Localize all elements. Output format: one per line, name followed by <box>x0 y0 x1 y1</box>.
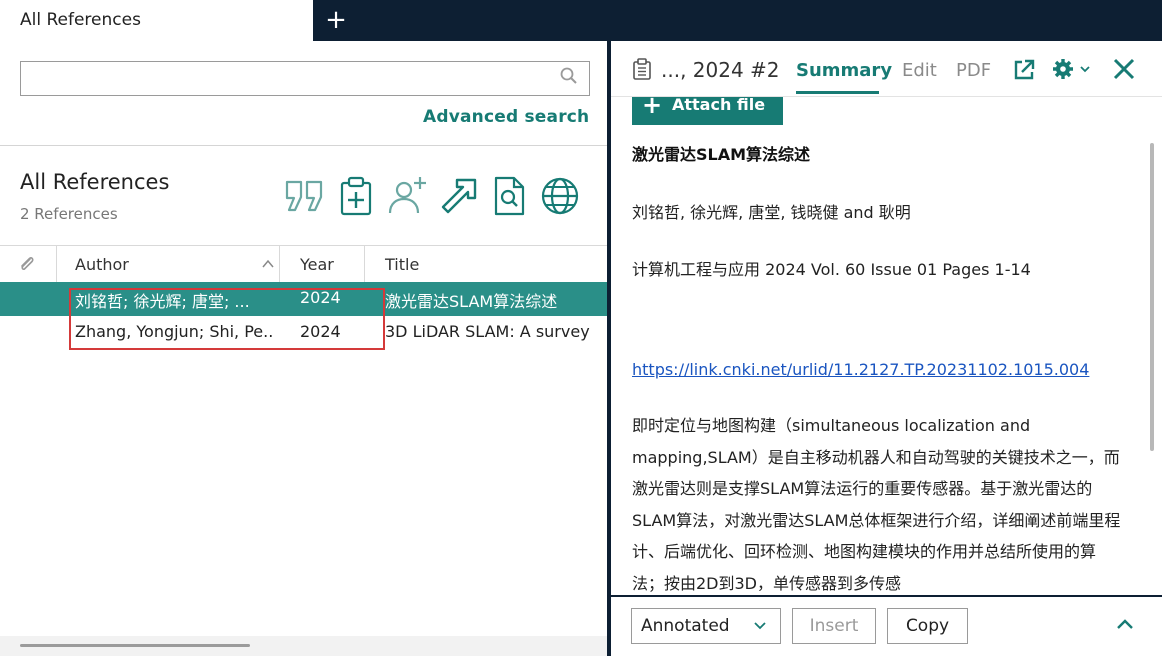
open-external-icon[interactable] <box>1012 58 1036 82</box>
reference-abstract: 即时定位与地图构建（simultaneous localization and … <box>632 416 1121 593</box>
clipboard-icon <box>633 58 651 80</box>
column-year[interactable]: Year <box>300 255 334 274</box>
quote-icon[interactable] <box>284 175 326 217</box>
add-tab-button[interactable]: + <box>322 6 350 34</box>
column-title[interactable]: Title <box>385 255 419 274</box>
search-input[interactable] <box>20 61 590 96</box>
divider <box>0 145 607 146</box>
annotation-highlight-box <box>69 288 385 350</box>
advanced-search-link[interactable]: Advanced search <box>423 107 589 127</box>
attach-file-button[interactable]: + Attach file <box>632 97 783 125</box>
paperclip-icon[interactable] <box>17 254 37 274</box>
share-arrow-icon[interactable] <box>437 175 479 217</box>
abstract-viewport: 即时定位与地图构建（simultaneous localization and … <box>611 410 1146 595</box>
reference-count: 2 References <box>20 205 118 223</box>
table-header: Author Year Title <box>0 245 607 283</box>
sort-ascending-icon[interactable] <box>262 259 274 268</box>
chevron-up-icon[interactable] <box>1115 616 1135 632</box>
title-cell: 激光雷达SLAM算法综述 <box>385 292 558 311</box>
reference-url-link[interactable]: https://link.cnki.net/urlid/11.2127.TP.2… <box>632 360 1089 379</box>
tab-all-references[interactable]: All References <box>0 0 313 41</box>
library-title: All References <box>20 170 170 194</box>
chevron-down-icon[interactable] <box>1079 64 1091 74</box>
reference-label: ..., 2024 #2 <box>661 58 780 82</box>
find-pdf-icon[interactable] <box>488 175 530 217</box>
attach-file-label: Attach file <box>672 97 766 114</box>
plus-icon: + <box>642 97 663 119</box>
tab-label: All References <box>20 10 141 30</box>
active-tab-indicator <box>796 91 879 94</box>
reference-authors: 刘铭哲, 徐光辉, 唐堂, 钱晓健 and 耿明 <box>632 203 911 222</box>
column-author[interactable]: Author <box>75 255 129 274</box>
reference-journal: 计算机工程与应用 2024 Vol. 60 Issue 01 Pages 1-1… <box>632 260 1031 279</box>
tab-edit[interactable]: Edit <box>902 60 937 81</box>
reference-title: 激光雷达SLAM算法综述 <box>632 145 811 164</box>
output-style-value: Annotated <box>641 616 730 636</box>
gear-icon[interactable] <box>1051 57 1075 81</box>
copy-button[interactable]: Copy <box>887 608 968 644</box>
close-icon[interactable] <box>1112 57 1136 81</box>
insert-button[interactable]: Insert <box>792 608 876 644</box>
tab-summary[interactable]: Summary <box>796 60 892 81</box>
globe-icon[interactable] <box>539 175 581 217</box>
clipboard-plus-icon[interactable] <box>335 175 377 217</box>
tab-pdf[interactable]: PDF <box>956 60 991 81</box>
add-user-icon[interactable] <box>386 175 428 217</box>
vertical-scrollbar-thumb[interactable] <box>1150 143 1154 451</box>
search-icon[interactable] <box>559 66 579 86</box>
title-cell: 3D LiDAR SLAM: A survey <box>385 322 590 341</box>
scrollbar-thumb[interactable] <box>20 644 250 647</box>
chevron-down-icon[interactable] <box>753 620 767 630</box>
